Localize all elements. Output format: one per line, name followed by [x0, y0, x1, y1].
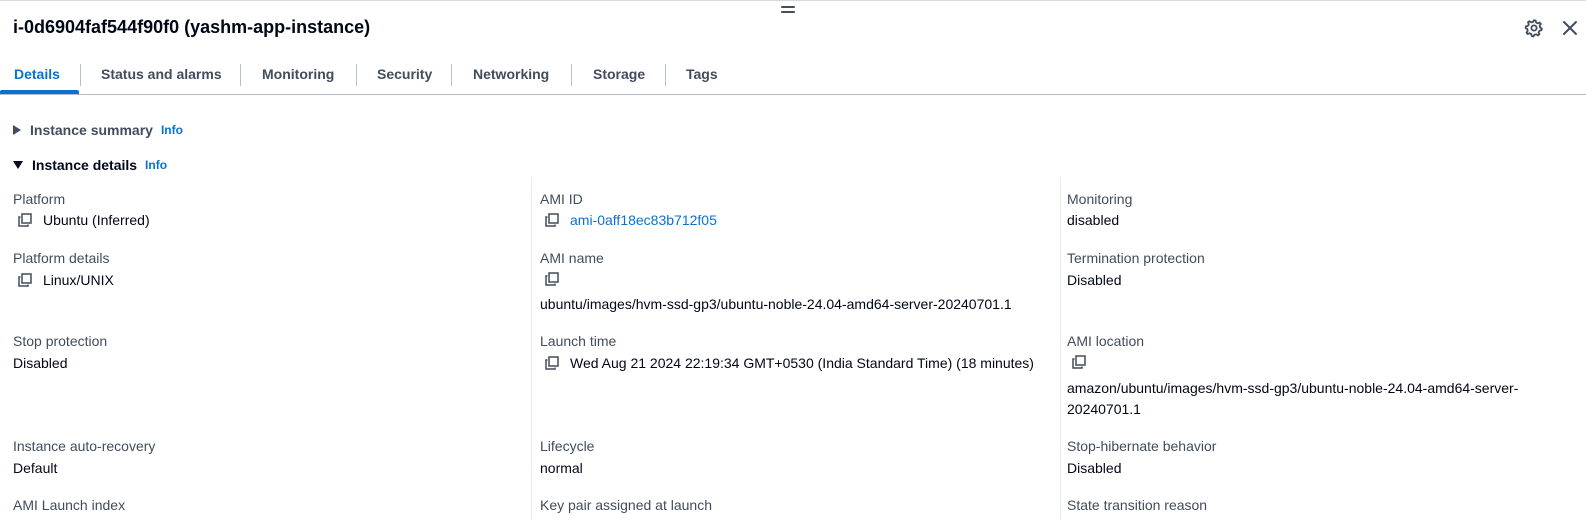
tab-divider [451, 64, 452, 86]
ami-name-value: ubuntu/images/hvm-ssd-gp3/ubuntu-noble-2… [540, 296, 1012, 312]
tab-monitoring[interactable]: Monitoring [262, 56, 334, 93]
ami-id-value: ami-0aff18ec83b712f05 [545, 212, 717, 228]
ami-location-label: AMI location [1067, 333, 1145, 349]
caret-right-icon [13, 125, 21, 135]
lifecycle-label: Lifecycle [540, 438, 595, 454]
stop-protection-value: Disabled [13, 355, 68, 371]
termination-protection-value: Disabled [1067, 272, 1122, 288]
panel-top-border [0, 0, 1586, 1]
ami-name-copy [545, 272, 570, 286]
instance-details-info-link[interactable]: Info [145, 158, 167, 172]
caret-down-icon [13, 161, 23, 169]
tab-divider [80, 64, 81, 86]
copy-icon[interactable] [1072, 355, 1086, 369]
panel-title: i-0d6904faf544f90f0 (yashm-app-instance) [13, 17, 371, 37]
instance-summary-heading: Instance summary [30, 122, 153, 138]
instance-auto-recovery-value: Default [13, 460, 58, 476]
instance-details-toggle[interactable]: Instance details Info [13, 155, 167, 175]
stop-protection-label: Stop protection [13, 333, 108, 349]
platform-value: Ubuntu (Inferred) [18, 212, 150, 228]
launch-time-label: Launch time [540, 333, 617, 349]
drag-handle-icon[interactable] [781, 6, 795, 16]
copy-icon[interactable] [545, 272, 559, 286]
tab-details[interactable]: Details [14, 56, 60, 93]
ami-id-label: AMI ID [540, 191, 583, 207]
termination-protection-label: Termination protection [1067, 250, 1205, 266]
tab-divider [240, 64, 241, 86]
ami-name-label: AMI name [540, 250, 604, 266]
gear-icon[interactable] [1524, 18, 1544, 38]
tab-status-and-alarms[interactable]: Status and alarms [101, 56, 222, 93]
active-tab-indicator [0, 90, 79, 94]
launch-time-value: Wed Aug 21 2024 22:19:34 GMT+0530 (India… [545, 355, 1034, 371]
ami-location-copy [1072, 355, 1097, 369]
monitoring-value: disabled [1067, 212, 1120, 228]
tab-divider [356, 64, 357, 86]
instance-summary-info-link[interactable]: Info [161, 123, 183, 137]
tab-divider [571, 64, 572, 86]
key-pair-label: Key pair assigned at launch [540, 497, 712, 513]
tab-bar: Details Status and alarms Monitoring Sec… [0, 56, 1586, 95]
copy-icon[interactable] [18, 213, 32, 227]
platform-text: Ubuntu (Inferred) [43, 212, 150, 228]
instance-details-heading: Instance details [32, 157, 138, 173]
tab-tags[interactable]: Tags [686, 56, 718, 93]
launch-time-text: Wed Aug 21 2024 22:19:34 GMT+0530 (India… [570, 355, 1034, 371]
platform-label: Platform [13, 191, 66, 207]
platform-details-label: Platform details [13, 250, 110, 266]
close-icon[interactable] [1560, 18, 1580, 38]
column-divider [1060, 177, 1061, 520]
lifecycle-value: normal [540, 460, 583, 476]
stop-hibernate-behavior-value: Disabled [1067, 460, 1122, 476]
ami-launch-index-label: AMI Launch index [13, 497, 126, 513]
stop-hibernate-behavior-label: Stop-hibernate behavior [1067, 438, 1217, 454]
ami-location-value: amazon/ubuntu/images/hvm-ssd-gp3/ubuntu-… [1067, 380, 1519, 417]
instance-summary-toggle[interactable]: Instance summary Info [13, 120, 183, 140]
monitoring-label: Monitoring [1067, 191, 1133, 207]
state-transition-reason-label: State transition reason [1067, 497, 1208, 513]
tab-networking[interactable]: Networking [473, 56, 549, 93]
copy-icon[interactable] [545, 356, 559, 370]
tab-storage[interactable]: Storage [593, 56, 645, 93]
tab-divider [665, 64, 666, 86]
copy-icon[interactable] [18, 273, 32, 287]
ami-id-link[interactable]: ami-0aff18ec83b712f05 [570, 212, 717, 228]
tab-security[interactable]: Security [377, 56, 432, 93]
platform-details-text: Linux/UNIX [43, 272, 114, 288]
instance-auto-recovery-label: Instance auto-recovery [13, 438, 156, 454]
copy-icon[interactable] [545, 213, 559, 227]
platform-details-value: Linux/UNIX [18, 272, 114, 288]
column-divider [531, 177, 532, 520]
